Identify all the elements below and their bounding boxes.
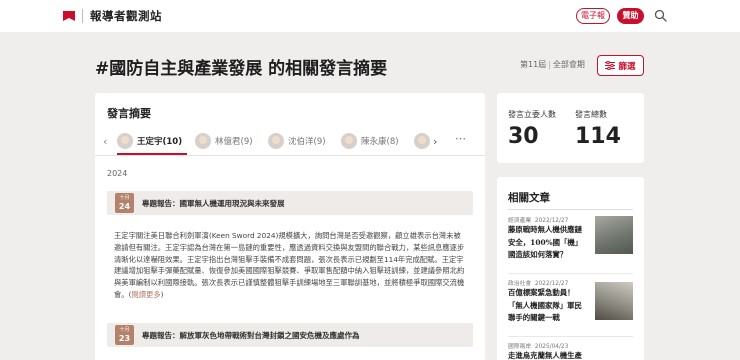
top-bar: 報導者觀測站 電子報 贊助 (0, 0, 740, 32)
read-more-link[interactable]: 閱讀更多 (131, 290, 160, 299)
article-item[interactable]: 經濟產業 2022/12/27 藤原戰時無人機供應鏈安全，100%國「機」國造該… (508, 215, 633, 259)
date-day: 24 (118, 202, 131, 211)
report-text: 王定宇關注美日聯合利劍軍演(Keen Sword 2024)規模擴大，詢問台灣是… (114, 231, 465, 299)
legislator-tab-5[interactable] (414, 131, 430, 151)
legislator-name: 沈伯洋(9) (288, 137, 326, 147)
session-info: 第11屆 | 全部會期 (520, 59, 585, 70)
article-title[interactable]: 藤原戰時無人機供應鏈安全，100%國「機」國造該如何落實？ (508, 224, 588, 262)
legislator-name: 王定宇(10) (137, 137, 183, 147)
summary-heading: 發言摘要 (107, 107, 151, 120)
search-icon[interactable] (654, 9, 667, 22)
legislator-tabs: ‹ 王定宇(10) 林億君(9) 沈伯洋(9) 陳永康(8) › ⋯ (103, 129, 477, 155)
article-item[interactable]: 政治社會 2022/12/27 百億標案緊急動員！「無人機國家隊」軍民聯手的關鍵… (508, 278, 633, 322)
avatar (195, 133, 211, 149)
chevron-right-icon[interactable]: › (433, 135, 437, 148)
report-title: 專題報告：國軍無人機運用現況與未來發展 (142, 199, 285, 208)
report-body: 王定宇關注美日聯合利劍軍演(Keen Sword 2024)規模擴大，詢問台灣是… (114, 230, 466, 301)
year-label: 2024 (107, 169, 128, 178)
report-text-end: ) (160, 289, 164, 299)
date-badge: 十月 23 (115, 325, 134, 345)
logo-divider (82, 9, 83, 23)
donate-button[interactable]: 贊助 (617, 8, 644, 24)
members-label: 發言立委人數 (508, 110, 556, 119)
legislator-tab-4[interactable]: 陳永康(8) (341, 131, 399, 151)
report-title: 專題報告：解放軍灰色地帶戰術對台灣封鎖之國安危機及應處作為 (142, 331, 360, 340)
avatar (341, 133, 357, 149)
article-meta: 國際兩岸 2025/04/23 (508, 341, 633, 350)
date-badge: 十月 24 (115, 193, 134, 213)
logo-flag-icon[interactable] (63, 11, 75, 21)
period-label: 全部會期 (552, 60, 585, 69)
report-header[interactable]: 十月 24 專題報告：國軍無人機運用現況與未來發展 (107, 191, 473, 215)
related-heading: 相關文章 (508, 192, 550, 204)
article-thumbnail[interactable] (595, 282, 633, 320)
legislator-tab-1[interactable]: 王定宇(10) (117, 131, 182, 151)
avatar (117, 133, 133, 149)
article-item[interactable]: 國際兩岸 2025/04/23 走進烏克蘭無人機生產 (508, 341, 633, 360)
date-month: 十月 (119, 327, 130, 333)
session-label: 第11屆 (520, 60, 547, 69)
filter-label: 篩選 (618, 61, 636, 72)
article-title[interactable]: 走進烏克蘭無人機生產 (508, 350, 588, 360)
chevron-left-icon[interactable]: ‹ (103, 135, 107, 148)
session-separator: | (548, 60, 551, 69)
speech-summary-card: 發言摘要 ‹ 王定宇(10) 林億君(9) 沈伯洋(9) 陳永康(8) › ⋯ … (95, 93, 485, 360)
report-header[interactable]: 十月 23 專題報告：解放軍灰色地帶戰術對台灣封鎖之國安危機及應處作為 (107, 323, 473, 347)
date-day: 23 (118, 334, 131, 343)
total-value: 114 (575, 124, 621, 149)
page-title: #國防自主與產業發展 的相關發言摘要 (95, 59, 388, 79)
legislator-name: 陳永康(8) (361, 137, 399, 147)
article-divider (508, 273, 633, 274)
related-divider (508, 209, 633, 210)
avatar (268, 133, 284, 149)
avatar (414, 133, 430, 149)
more-icon[interactable]: ⋯ (455, 132, 467, 145)
filter-button[interactable]: 篩選 (597, 55, 644, 76)
article-title[interactable]: 百億標案緊急動員！「無人機國家隊」軍民聯手的關鍵一戰 (508, 287, 588, 325)
date-month: 十月 (119, 195, 130, 201)
members-value: 30 (508, 124, 539, 149)
tabs-divider (95, 155, 485, 156)
legislator-name: 林億君(9) (215, 137, 253, 147)
legislator-tab-3[interactable]: 沈伯洋(9) (268, 131, 326, 151)
related-articles-card: 相關文章 經濟產業 2022/12/27 藤原戰時無人機供應鏈安全，100%國「… (497, 177, 644, 360)
filter-icon (605, 61, 616, 70)
epaper-button[interactable]: 電子報 (576, 8, 610, 24)
article-thumbnail[interactable] (595, 216, 633, 254)
site-logo-text[interactable]: 報導者觀測站 (90, 8, 162, 24)
legislator-tab-2[interactable]: 林億君(9) (195, 131, 253, 151)
total-label: 發言總數 (575, 110, 607, 119)
article-divider (508, 336, 633, 337)
stats-card: 發言立委人數 30 發言總數 114 (497, 93, 644, 163)
